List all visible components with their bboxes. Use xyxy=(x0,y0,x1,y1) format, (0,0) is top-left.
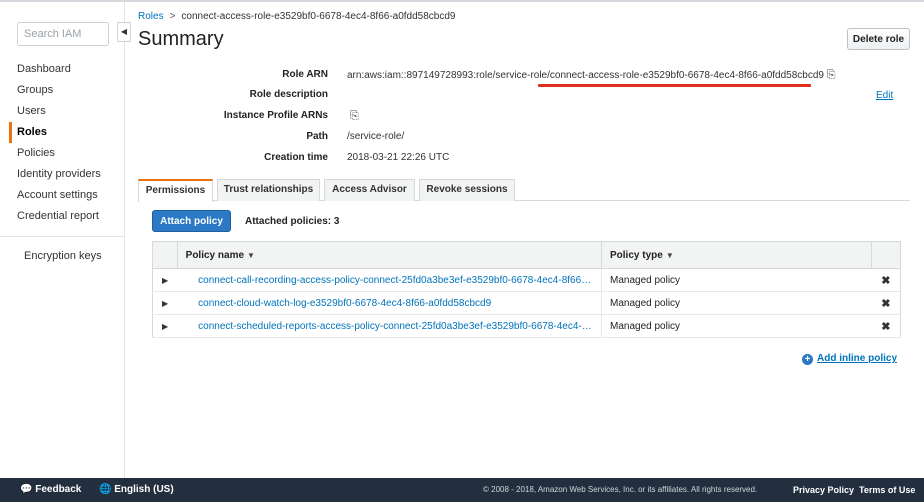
search-input[interactable] xyxy=(18,23,108,45)
sidebar-item-groups[interactable]: Groups xyxy=(17,80,123,101)
breadcrumb: Roles > connect-access-role-e3529bf0-6678-… xyxy=(138,11,456,22)
delete-role-button[interactable]: Delete role xyxy=(847,28,910,50)
sidebar-nav: Dashboard Groups Users Roles Policies Id… xyxy=(9,59,123,227)
creation-time-label: Creation time xyxy=(264,152,328,163)
plus-circle-icon: + xyxy=(802,354,813,365)
sidebar: Dashboard Groups Users Roles Policies Id… xyxy=(0,2,125,478)
instance-profile-row: Instance Profile ARNs ⎘ xyxy=(138,110,898,130)
remove-policy-icon[interactable]: ✖ xyxy=(871,314,901,338)
search-box[interactable] xyxy=(17,22,109,46)
speech-bubble-icon: 💬 xyxy=(20,484,33,495)
sidebar-divider xyxy=(0,236,124,237)
language-selector[interactable]: 🌐 English (US) xyxy=(99,484,174,495)
sidebar-item-policies[interactable]: Policies xyxy=(17,143,123,164)
role-arn-text: arn:aws:iam::897149728993:role/service-r… xyxy=(347,70,824,81)
role-description-row: Role description xyxy=(138,89,898,109)
sidebar-item-identity-providers[interactable]: Identity providers xyxy=(17,164,123,185)
instance-profile-value: ⎘ xyxy=(350,110,359,123)
policies-table: Policy name ▼ Policy type ▼ ▶ connect-call… xyxy=(152,241,901,338)
role-arn-label: Role ARN xyxy=(282,69,328,80)
expand-row-icon[interactable]: ▶ xyxy=(152,291,178,315)
remove-policy-icon[interactable]: ✖ xyxy=(871,291,901,315)
breadcrumb-separator: > xyxy=(169,11,176,22)
sidebar-item-users[interactable]: Users xyxy=(17,101,123,122)
policy-name-link[interactable]: connect-cloud-watch-log-e3529bf0-6678-4e… xyxy=(177,291,603,315)
tab-permissions[interactable]: Permissions xyxy=(138,179,213,202)
sidebar-item-dashboard[interactable]: Dashboard xyxy=(17,59,123,80)
sort-caret-icon: ▼ xyxy=(665,250,674,260)
expand-row-icon[interactable]: ▶ xyxy=(152,268,178,292)
copy-icon[interactable]: ⎘ xyxy=(827,69,836,81)
sidebar-item-encryption-keys[interactable]: Encryption keys xyxy=(24,250,102,262)
main-content: Roles > connect-access-role-e3529bf0-6678-… xyxy=(138,2,916,478)
path-label: Path xyxy=(306,131,328,142)
remove-column-header xyxy=(871,241,901,269)
copy-icon[interactable]: ⎘ xyxy=(350,110,359,122)
expand-column-header xyxy=(152,241,178,269)
tab-revoke-sessions[interactable]: Revoke sessions xyxy=(419,179,515,201)
sidebar-item-credential-report[interactable]: Credential report xyxy=(17,206,123,227)
privacy-policy-link[interactable]: Privacy Policy xyxy=(793,485,854,495)
page-title: Summary xyxy=(138,28,224,50)
sidebar-item-roles[interactable]: Roles xyxy=(9,122,123,143)
policy-type: Managed policy xyxy=(601,314,872,338)
collapse-arrow-icon: ◀ xyxy=(120,27,128,36)
breadcrumb-roles-link[interactable]: Roles xyxy=(138,11,164,22)
creation-time-row: Creation time 2018-03-21 22:26 UTC xyxy=(138,152,898,172)
policy-type-header[interactable]: Policy type ▼ xyxy=(601,241,873,269)
breadcrumb-current: connect-access-role-e3529bf0-6678-4ec4-8… xyxy=(181,11,456,22)
table-row: ▶ connect-scheduled-reports-access-polic… xyxy=(152,314,901,338)
table-header-row: Policy name ▼ Policy type ▼ xyxy=(152,241,901,269)
sidebar-item-account-settings[interactable]: Account settings xyxy=(17,185,123,206)
add-inline-policy-link[interactable]: + Add inline policy xyxy=(802,353,897,365)
path-value: /service-role/ xyxy=(347,131,405,142)
remove-policy-icon[interactable]: ✖ xyxy=(871,268,901,292)
policy-name-link[interactable]: connect-call-recording-access-policy-con… xyxy=(177,268,603,292)
feedback-link[interactable]: 💬 Feedback xyxy=(20,484,81,495)
table-row: ▶ connect-call-recording-access-policy-c… xyxy=(152,268,901,292)
tab-bar: Permissions Trust relationships Access A… xyxy=(138,179,910,202)
policy-name-header-label: Policy name xyxy=(185,249,245,261)
policy-name-link[interactable]: connect-scheduled-reports-access-policy-… xyxy=(177,314,603,338)
policy-name-header[interactable]: Policy name ▼ xyxy=(177,241,603,269)
tab-access-advisor[interactable]: Access Advisor xyxy=(324,179,415,201)
copyright-text: © 2008 - 2018, Amazon Web Services, Inc.… xyxy=(483,485,758,494)
sidebar-collapse-button[interactable]: ◀ xyxy=(117,22,131,42)
tab-trust-relationships[interactable]: Trust relationships xyxy=(217,179,320,201)
role-arn-value: arn:aws:iam::897149728993:role/service-r… xyxy=(347,69,836,82)
add-inline-policy-label: Add inline policy xyxy=(817,353,898,364)
edit-description-link[interactable]: Edit xyxy=(876,90,893,101)
policy-type: Managed policy xyxy=(601,268,872,292)
policy-type: Managed policy xyxy=(601,291,872,315)
feedback-label: Feedback xyxy=(35,484,82,495)
role-description-label: Role description xyxy=(249,89,328,100)
attached-policies-count: Attached policies: 3 xyxy=(245,216,340,227)
language-label: English (US) xyxy=(114,484,174,495)
attach-policy-button[interactable]: Attach policy xyxy=(152,210,231,232)
path-row: Path /service-role/ xyxy=(138,131,898,151)
terms-of-use-link[interactable]: Terms of Use xyxy=(859,485,915,495)
creation-time-value: 2018-03-21 22:26 UTC xyxy=(347,152,450,163)
globe-icon: 🌐 xyxy=(99,484,112,495)
instance-profile-label: Instance Profile ARNs xyxy=(223,110,328,121)
footer: 💬 Feedback 🌐 English (US) © 2008 - 2018,… xyxy=(0,478,924,502)
policy-type-header-label: Policy type xyxy=(610,249,663,261)
sort-caret-icon: ▼ xyxy=(247,250,255,260)
expand-row-icon[interactable]: ▶ xyxy=(152,314,178,338)
red-underline-annotation xyxy=(538,84,811,87)
table-row: ▶ connect-cloud-watch-log-e3529bf0-6678-… xyxy=(152,291,901,315)
